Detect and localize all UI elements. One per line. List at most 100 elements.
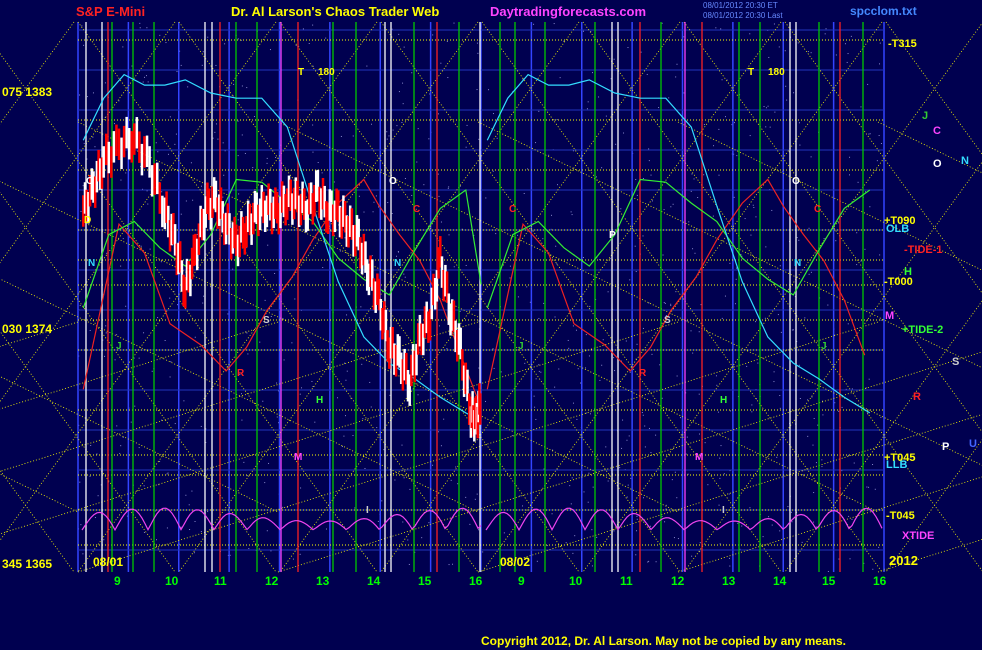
star-dot [844,43,846,45]
star-dot [106,252,108,254]
star-dot [879,42,881,44]
chart-letter: P [609,230,616,241]
star-dot [387,202,389,204]
star-dot [440,445,442,447]
star-dot [815,462,817,464]
star-dot [105,325,107,327]
star-dot [377,520,379,522]
star-dot [717,411,719,413]
x-tick: 14 [773,574,787,588]
star-dot [270,550,272,552]
star-dot [398,91,400,93]
star-dot [477,52,479,54]
star-dot [749,33,751,35]
star-dot [222,142,224,144]
yellow-diagonal [0,473,79,513]
star-dot [596,536,598,538]
star-dot [712,215,714,217]
star-dot [455,466,457,468]
star-dot [733,196,735,198]
star-dot [283,359,285,361]
star-dot [798,122,800,124]
star-dot [164,340,166,342]
y-label-top: 075 1383 [2,85,53,99]
star-dot [664,302,666,304]
star-dot [292,558,294,560]
star-dot [568,347,570,349]
star-dot [688,221,690,223]
yellow-diagonal [885,439,982,573]
site-link[interactable]: Daytradingforecasts.com [490,4,646,19]
star-dot [670,305,672,307]
star-dot [238,193,240,195]
star-dot [233,83,235,85]
star-dot [599,379,601,381]
star-dot [837,222,839,224]
star-dot [371,123,373,125]
star-dot [718,128,720,130]
star-dot [105,332,107,334]
star-dot [294,298,296,300]
star-dot [719,457,721,459]
star-dot [554,316,556,318]
star-dot [252,167,254,169]
star-dot [849,174,851,176]
star-dot [601,364,603,366]
star-dot [363,211,365,213]
star-dot [378,206,380,208]
date-label-1: 08/01 [93,555,124,569]
star-dot [83,142,85,144]
star-dot [735,267,737,269]
star-dot [585,334,587,336]
star-dot [345,379,347,381]
star-dot [440,62,442,64]
star-dot [619,467,621,469]
star-dot [396,255,398,257]
star-dot [269,49,271,51]
star-dot [622,419,624,421]
star-dot [417,394,419,396]
star-dot [165,42,167,44]
star-dot [527,168,529,170]
star-dot [276,382,278,384]
star-dot [698,331,700,333]
star-dot [784,50,786,52]
star-dot [697,197,699,199]
star-dot [372,211,374,213]
star-dot [635,178,637,180]
legend-j: J [922,110,929,122]
star-dot [591,529,593,531]
star-dot [692,352,694,354]
star-dot [301,387,303,389]
star-dot [872,568,874,570]
star-dot [796,237,798,239]
star-dot [791,329,793,331]
chart-letter: J [116,341,122,352]
star-dot [790,511,792,513]
star-dot [169,116,171,118]
star-dot [729,410,731,412]
star-dot [595,176,597,178]
legend-o: O [933,158,942,170]
star-dot [644,425,646,427]
star-dot [217,138,219,140]
star-dot [808,227,810,229]
yellow-diagonal [0,21,378,542]
star-dot [476,493,478,495]
chart-letter: O [389,176,397,187]
star-dot [671,479,673,481]
star-dot [664,521,666,523]
star-dot [835,54,837,56]
star-dot [299,393,301,395]
chart-letter: D [84,215,91,226]
star-dot [157,317,159,319]
x-tick: 16 [469,574,483,588]
star-dot [536,560,538,562]
x-tick: 13 [722,574,736,588]
star-dot [253,116,255,118]
star-dot [322,266,324,268]
star-dot [465,496,467,498]
star-dot [583,491,585,493]
star-dot [267,244,269,246]
star-dot [799,398,801,400]
